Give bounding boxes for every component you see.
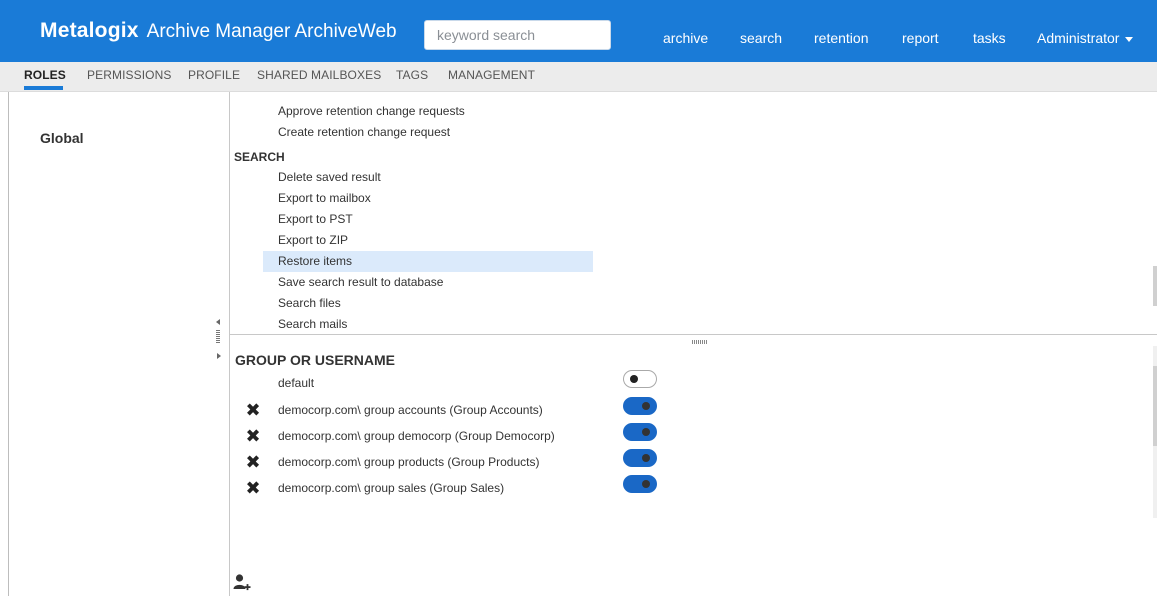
tab-tags[interactable]: TAGS bbox=[396, 62, 428, 90]
close-icon[interactable]: ✖ bbox=[244, 452, 262, 472]
enable-toggle[interactable] bbox=[623, 449, 657, 467]
assignment-row: ✖ democorp.com\ group democorp (Group De… bbox=[230, 423, 670, 452]
assignment-row: ✖ democorp.com\ group sales (Group Sales… bbox=[230, 475, 670, 504]
assignment-label: democorp.com\ group products (Group Prod… bbox=[278, 455, 540, 469]
top-bar: Metalogix Archive Manager ArchiveWeb arch… bbox=[0, 0, 1157, 62]
user-menu[interactable]: Administrator bbox=[1037, 0, 1134, 62]
assignment-label: democorp.com\ group accounts (Group Acco… bbox=[278, 403, 543, 417]
keyword-search-input[interactable] bbox=[424, 20, 611, 50]
tab-profile[interactable]: PROFILE bbox=[188, 62, 240, 90]
tab-shared-mailboxes[interactable]: SHARED MAILBOXES bbox=[257, 62, 381, 90]
permissions-scrollbar[interactable] bbox=[1153, 266, 1157, 306]
assignment-row: ✖ democorp.com\ group accounts (Group Ac… bbox=[230, 397, 670, 426]
horizontal-grip-icon[interactable] bbox=[692, 340, 708, 344]
group-or-username-heading: GROUP OR USERNAME bbox=[235, 352, 395, 368]
user-menu-label: Administrator bbox=[1037, 30, 1120, 46]
enable-toggle[interactable] bbox=[623, 397, 657, 415]
tab-management[interactable]: MANAGEMENT bbox=[448, 62, 535, 90]
tab-permissions[interactable]: PERMISSIONS bbox=[87, 62, 171, 90]
nav-report[interactable]: report bbox=[902, 0, 939, 62]
assignments-scrollbar[interactable] bbox=[1153, 366, 1157, 446]
assignment-label: default bbox=[278, 376, 315, 390]
splitter-grip-icon[interactable] bbox=[216, 330, 220, 343]
toggle-knob bbox=[642, 454, 650, 462]
permission-item[interactable]: Search files bbox=[278, 293, 341, 314]
assignment-row: ✖ democorp.com\ group products (Group Pr… bbox=[230, 449, 670, 478]
enable-toggle[interactable] bbox=[623, 423, 657, 441]
permission-item[interactable]: Approve retention change requests bbox=[278, 101, 465, 122]
section-heading-search: SEARCH bbox=[234, 150, 285, 164]
permission-item[interactable]: Export to ZIP bbox=[278, 230, 348, 251]
collapse-left-icon[interactable] bbox=[216, 319, 220, 325]
nav-tasks[interactable]: tasks bbox=[973, 0, 1006, 62]
close-icon[interactable]: ✖ bbox=[244, 478, 262, 498]
permission-item[interactable]: Export to PST bbox=[278, 209, 353, 230]
enable-toggle[interactable] bbox=[623, 475, 657, 493]
sub-nav: ROLES PERMISSIONS PROFILE SHARED MAILBOX… bbox=[0, 62, 1157, 92]
role-global[interactable]: Global bbox=[40, 130, 84, 146]
toggle-knob bbox=[630, 375, 638, 383]
permission-item[interactable]: Search mails bbox=[278, 314, 347, 335]
left-border bbox=[8, 92, 9, 596]
assignment-label: democorp.com\ group democorp (Group Demo… bbox=[278, 429, 555, 443]
vertical-splitter[interactable] bbox=[229, 92, 230, 596]
brand-logo: Metalogix bbox=[40, 19, 139, 42]
nav-search[interactable]: search bbox=[740, 0, 782, 62]
expand-right-icon[interactable] bbox=[217, 353, 221, 359]
assignment-label: democorp.com\ group sales (Group Sales) bbox=[278, 481, 505, 495]
brand[interactable]: Metalogix Archive Manager ArchiveWeb bbox=[40, 0, 397, 62]
permission-item[interactable]: Delete saved result bbox=[278, 167, 381, 188]
assignment-row: default bbox=[230, 370, 670, 399]
permission-item[interactable]: Create retention change request bbox=[278, 122, 450, 143]
permission-item-selected[interactable]: Restore items bbox=[263, 251, 593, 272]
active-tab-indicator bbox=[24, 86, 63, 90]
toggle-knob bbox=[642, 428, 650, 436]
permission-item[interactable]: Export to mailbox bbox=[278, 188, 371, 209]
app-title: Archive Manager ArchiveWeb bbox=[146, 21, 397, 42]
close-icon[interactable]: ✖ bbox=[244, 426, 262, 446]
nav-archive[interactable]: archive bbox=[663, 0, 708, 62]
enable-toggle[interactable] bbox=[623, 370, 657, 388]
toggle-knob bbox=[642, 480, 650, 488]
close-icon[interactable]: ✖ bbox=[244, 400, 262, 420]
horizontal-splitter[interactable] bbox=[230, 334, 1157, 335]
toggle-knob bbox=[642, 402, 650, 410]
nav-retention[interactable]: retention bbox=[814, 0, 868, 62]
caret-down-icon bbox=[1125, 36, 1134, 42]
permission-item[interactable]: Save search result to database bbox=[278, 272, 443, 293]
add-user-icon[interactable] bbox=[233, 573, 251, 593]
